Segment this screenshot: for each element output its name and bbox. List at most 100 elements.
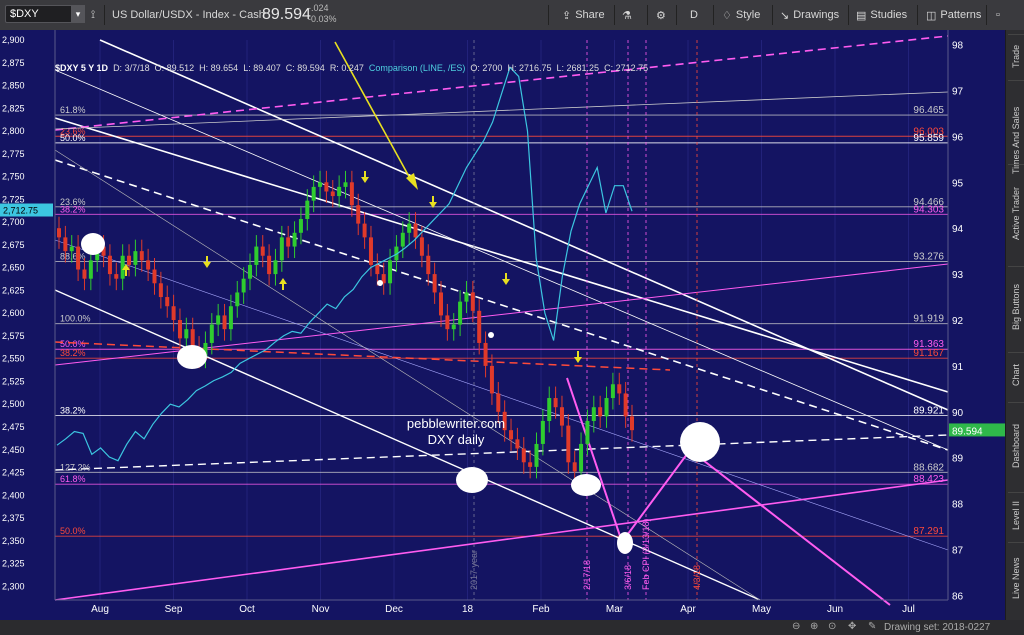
- left-tick-label: 2,650: [2, 263, 25, 273]
- drawing-set-label[interactable]: Drawing set: 2018-0227: [884, 622, 990, 633]
- left-tick-label: 2,425: [2, 468, 25, 478]
- share-button[interactable]: ⇪ Share: [562, 0, 605, 30]
- yellow-arrow-stem: [432, 196, 434, 202]
- left-tick-label: 2,675: [2, 240, 25, 250]
- watermark-line2: DXY daily: [428, 432, 485, 447]
- zoom-in-icon[interactable]: ⊕: [810, 621, 818, 632]
- cmp-open: O: 2700: [470, 63, 503, 73]
- x-tick-label: Jun: [827, 604, 843, 615]
- left-tick-label: 2,325: [2, 559, 25, 569]
- left-tick-label: 2,700: [2, 217, 25, 227]
- yellow-arrow-stem: [282, 284, 284, 290]
- candle-body: [343, 182, 348, 187]
- candle-body: [158, 283, 163, 298]
- right-tick-label: 96: [952, 132, 964, 143]
- candle-body: [528, 462, 533, 467]
- candle-body: [426, 255, 431, 275]
- zoom-fit-icon[interactable]: ⊙: [828, 621, 836, 632]
- candle-body: [69, 246, 74, 252]
- candle-body: [540, 420, 545, 444]
- price-change: -.024 -0.03%: [308, 3, 337, 25]
- fib-level-value: 94.303: [913, 204, 944, 215]
- info-low: L: 89.407: [243, 63, 281, 73]
- sidebar-tab-dashboard[interactable]: Dashboard: [1008, 402, 1024, 489]
- marker-circle: [456, 467, 488, 493]
- status-bar: ⊖ ⊕ ⊙ ✥ ✎ Drawing set: 2018-0227: [0, 620, 1024, 635]
- zoom-out-icon[interactable]: ⊖: [792, 621, 800, 632]
- info-open: O: 89.512: [154, 63, 195, 73]
- marker-circle: [81, 233, 105, 255]
- sidebar-tab-active-trader[interactable]: Active Trader: [1008, 164, 1024, 261]
- candle-body: [254, 246, 259, 265]
- candle-body: [57, 228, 61, 238]
- sidebar-tab-live-news[interactable]: Live News: [1008, 542, 1024, 613]
- candle-body: [248, 264, 252, 279]
- fib-level-value: 87.291: [913, 526, 944, 537]
- sidebar-tab-chart[interactable]: Chart: [1008, 352, 1024, 397]
- candle-body: [368, 237, 373, 265]
- sidebar-tab-trade[interactable]: Trade: [1008, 34, 1024, 77]
- marker-circle: [571, 474, 601, 496]
- fib-level-pct: 100.0%: [60, 314, 91, 324]
- candle-body: [413, 223, 418, 238]
- candle-body: [88, 260, 93, 279]
- candle-body: [483, 342, 488, 366]
- candle-body: [177, 320, 182, 339]
- candle-body: [152, 269, 157, 284]
- candle-body: [190, 329, 195, 348]
- right-tick-label: 91: [952, 362, 964, 373]
- candle-body: [610, 384, 615, 399]
- right-tick-label: 98: [952, 41, 964, 52]
- watermark-line1: pebblewriter.com: [407, 416, 505, 431]
- flask-icon[interactable]: ⚗: [622, 0, 632, 30]
- candle-body: [388, 260, 393, 284]
- drawings-button[interactable]: ↘ Drawings: [780, 0, 839, 30]
- left-tick-label: 2,550: [2, 354, 25, 364]
- candle-body: [451, 324, 456, 330]
- right-tick-label: 97: [952, 86, 964, 97]
- candle-body: [311, 186, 316, 201]
- vertical-marker-label: 2017 year: [469, 550, 479, 590]
- candle-body: [572, 462, 577, 472]
- x-tick-label: Apr: [680, 604, 696, 615]
- x-tick-label: Nov: [312, 604, 330, 615]
- left-tick-label: 2,600: [2, 308, 25, 318]
- pencil-icon[interactable]: ✎: [868, 621, 876, 632]
- symbol-dropdown-arrow-icon[interactable]: ▾: [71, 5, 85, 23]
- candle-body: [63, 237, 68, 252]
- x-tick-label: Jul: [902, 604, 915, 615]
- patterns-button[interactable]: ◫ Patterns: [926, 0, 981, 30]
- candle-body: [591, 407, 596, 421]
- symbol-link-icon[interactable]: ⟟: [91, 0, 95, 30]
- sidebar-tab-big-buttons[interactable]: Big Buttons: [1008, 266, 1024, 347]
- chart-background: [0, 30, 1005, 620]
- x-tick-label: Aug: [91, 604, 109, 615]
- fib-level-pct: 61.8%: [60, 474, 86, 484]
- left-tick-label: 2,300: [2, 581, 25, 591]
- sidebar-tab-level-ii[interactable]: Level II: [1008, 492, 1024, 537]
- left-tick-label: 2,725: [2, 194, 25, 204]
- fib-level-pct: 50.0%: [60, 526, 86, 536]
- fib-level-pct: 38.2%: [60, 348, 86, 358]
- expand-icon[interactable]: ▫: [996, 0, 1000, 30]
- candle-body: [515, 439, 520, 449]
- x-tick-label: Oct: [239, 604, 255, 615]
- vertical-marker-label: 4/3/18: [692, 565, 702, 590]
- period-selector[interactable]: D: [690, 0, 698, 30]
- info-date: D: 3/7/18: [113, 63, 150, 73]
- pan-icon[interactable]: ✥: [848, 621, 856, 632]
- gear-icon[interactable]: ⚙: [656, 0, 666, 30]
- fib-level-value: 91.167: [913, 348, 944, 359]
- last-price: 89.594: [262, 6, 311, 23]
- chart-area[interactable]: 61.8% 96.465 23.6% 96.003 50.0% 95.859 23.6% 94…: [0, 30, 1005, 620]
- price-chart[interactable]: 61.8% 96.46523.6% 96.00350.0% 95.85923.6% 94…: [0, 30, 1005, 620]
- candle-body: [534, 443, 539, 467]
- studies-button[interactable]: ▤ Studies: [856, 0, 907, 30]
- candle-body: [324, 182, 329, 192]
- candle-body: [553, 398, 558, 408]
- yellow-arrow-stem: [577, 351, 579, 357]
- studies-label: Studies: [870, 9, 908, 21]
- style-button[interactable]: ♢ Style: [722, 0, 760, 30]
- candle-body: [630, 416, 634, 431]
- info-range: R: 0.247: [329, 63, 364, 73]
